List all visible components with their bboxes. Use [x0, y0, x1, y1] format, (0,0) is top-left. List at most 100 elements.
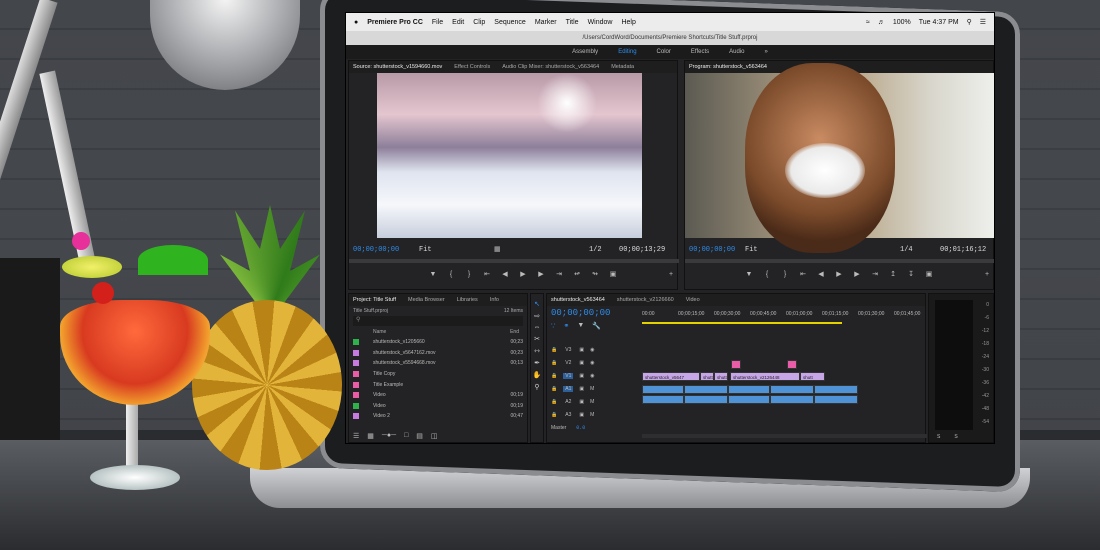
workspace-color[interactable]: Color [657, 49, 671, 55]
tab-program[interactable]: Program: shutterstock_v563464 [689, 64, 767, 70]
tab-source[interactable]: Source: shutterstock_v1594660.mov [353, 64, 442, 70]
go-to-in-icon[interactable]: ⇤ [799, 271, 807, 279]
tab-sequence-3[interactable]: Video [686, 297, 700, 303]
eye-icon[interactable]: ◉ [590, 360, 594, 366]
label-color-swatch[interactable] [353, 371, 359, 378]
sync-icon[interactable]: ▣ [579, 347, 584, 353]
clock-label[interactable]: Tue 4:37 PM [919, 19, 959, 26]
mark-out-icon[interactable]: } [781, 271, 789, 279]
tab-audio-clip-mixer[interactable]: Audio Clip Mixer: shutterstock_v563464 [502, 64, 599, 70]
program-scrub-bar[interactable] [685, 259, 994, 263]
export-frame-icon[interactable]: ▣ [925, 271, 933, 279]
overwrite-icon[interactable]: ↬ [591, 271, 599, 279]
audio-clip[interactable] [684, 395, 728, 404]
step-back-icon[interactable]: ◀ [501, 271, 509, 279]
track-header[interactable]: 🔒 A3 ▣ M [547, 409, 642, 421]
play-icon[interactable]: ▶ [519, 271, 527, 279]
video-clip[interactable]: shutt [714, 372, 728, 381]
video-clip[interactable]: shutterstock_v2126448 [730, 372, 800, 381]
icon-view-icon[interactable]: ▦ [367, 432, 374, 440]
work-area-bar[interactable] [642, 322, 842, 324]
new-item-icon[interactable]: ▤ [416, 432, 423, 440]
mark-out-icon[interactable]: } [465, 271, 473, 279]
workspace-more[interactable]: » [764, 49, 767, 55]
audio-clip[interactable] [814, 385, 858, 394]
timeline-timecode[interactable]: 00;00;00;00 [551, 308, 610, 318]
menu-title[interactable]: Title [566, 19, 579, 26]
tab-media-browser[interactable]: Media Browser [408, 297, 445, 303]
track-label[interactable]: A2 [563, 399, 573, 405]
apple-icon[interactable]: ● [354, 19, 358, 26]
project-item[interactable]: Title Example [349, 379, 527, 390]
zoom-slider[interactable]: ─●─ [382, 432, 396, 440]
lock-icon[interactable]: 🔒 [551, 373, 557, 379]
source-scrub-bar[interactable] [349, 259, 679, 263]
label-color-swatch[interactable] [353, 360, 359, 367]
hand-tool-icon[interactable]: ✋ [533, 371, 542, 379]
title-clip[interactable] [787, 360, 797, 369]
sync-icon[interactable]: ▣ [579, 386, 584, 392]
audio-clip[interactable] [728, 385, 770, 394]
title-clip[interactable] [731, 360, 741, 369]
add-button-icon[interactable]: + [983, 271, 991, 279]
track-header[interactable]: 🔒 V1 ▣ ◉ [547, 370, 642, 382]
track-header[interactable]: 🔒 A1 ▣ M [547, 383, 642, 395]
selection-tool-icon[interactable]: ↖ [534, 300, 540, 308]
lift-icon[interactable]: ↥ [889, 271, 897, 279]
ripple-edit-tool-icon[interactable]: ⇔ [534, 324, 541, 331]
trash-icon[interactable]: ◫ [431, 432, 438, 440]
program-scale-select[interactable]: 1/4 [900, 246, 913, 254]
program-timecode-in[interactable]: 00;00;00;00 [689, 246, 735, 254]
lock-icon[interactable]: 🔒 [551, 399, 557, 405]
track-header[interactable]: 🔒 V2 ▣ ◉ [547, 357, 642, 369]
track-label[interactable]: A3 [563, 412, 573, 418]
mute-icon[interactable]: M [590, 386, 594, 392]
timeline-ruler[interactable]: 00:00 00;00;15;00 00;00;30;00 00;00;45;00 00… [642, 308, 927, 322]
zoom-tool-icon[interactable]: ⚲ [534, 383, 539, 391]
tab-sequence-2[interactable]: shutterstock_v2126660 [617, 297, 674, 303]
track-header[interactable]: 🔒 V3 ▣ ◉ [547, 344, 642, 356]
menu-list-icon[interactable]: ☰ [980, 18, 986, 26]
slip-tool-icon[interactable]: ⇿ [534, 347, 540, 355]
mark-in-icon[interactable]: { [447, 271, 455, 279]
audio-clip[interactable] [770, 395, 814, 404]
label-color-swatch[interactable] [353, 349, 359, 356]
sync-icon[interactable]: ▣ [579, 373, 584, 379]
workspace-assembly[interactable]: Assembly [572, 49, 598, 55]
mute-icon[interactable]: M [590, 412, 594, 418]
source-settings-icon[interactable]: ▦ [494, 245, 501, 253]
menu-file[interactable]: File [432, 19, 443, 26]
tab-effect-controls[interactable]: Effect Controls [454, 64, 490, 70]
step-forward-icon[interactable]: ▶ [853, 271, 861, 279]
video-clip[interactable]: shutterstock_v5647 [642, 372, 700, 381]
step-back-icon[interactable]: ◀ [817, 271, 825, 279]
marker-icon[interactable]: ▼ [429, 271, 437, 279]
project-item[interactable]: Title Copy [349, 369, 527, 380]
audio-clip[interactable] [642, 395, 684, 404]
project-item[interactable]: Video 00;19 [349, 390, 527, 401]
solo-left-button[interactable]: S [937, 434, 940, 440]
sync-icon[interactable]: ▣ [579, 399, 584, 405]
tab-libraries[interactable]: Libraries [457, 297, 478, 303]
step-forward-icon[interactable]: ▶ [537, 271, 545, 279]
list-view-icon[interactable]: ☰ [353, 432, 359, 440]
play-icon[interactable]: ▶ [835, 271, 843, 279]
menu-edit[interactable]: Edit [452, 19, 464, 26]
track-label[interactable]: V3 [563, 347, 573, 353]
label-color-swatch[interactable] [353, 413, 359, 420]
menu-app-name[interactable]: Premiere Pro CC [367, 19, 423, 26]
wifi-icon[interactable]: ≈ [866, 19, 870, 26]
label-color-swatch[interactable] [353, 381, 359, 388]
snap-icon[interactable]: ∵ [551, 322, 555, 330]
audio-clip[interactable] [770, 385, 814, 394]
add-marker-icon[interactable]: ▼ [577, 322, 584, 330]
source-fit-select[interactable]: Fit [419, 246, 432, 254]
video-clip[interactable]: shutt [800, 372, 825, 381]
track-label[interactable]: V1 [563, 373, 574, 379]
volume-icon[interactable]: ♬ [878, 19, 885, 26]
eye-icon[interactable]: ◉ [590, 347, 594, 353]
menu-marker[interactable]: Marker [535, 19, 557, 26]
label-color-swatch[interactable] [353, 339, 359, 346]
go-to-in-icon[interactable]: ⇤ [483, 271, 491, 279]
lock-icon[interactable]: 🔒 [551, 360, 557, 366]
